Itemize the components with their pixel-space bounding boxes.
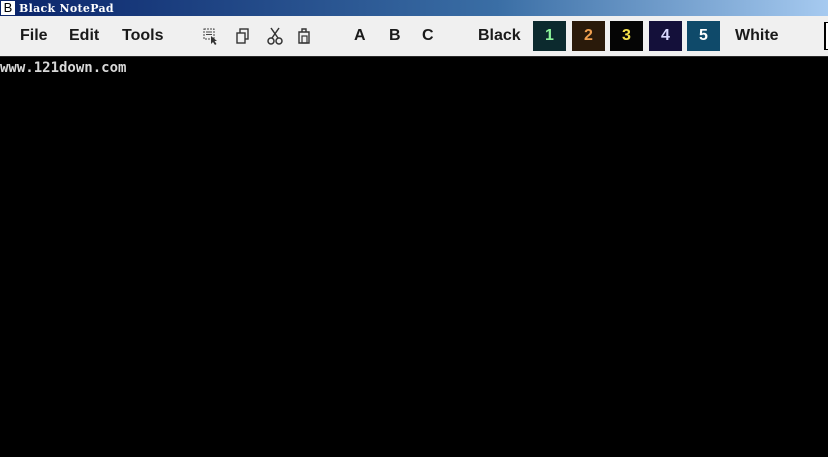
copy-icon[interactable] — [233, 26, 253, 46]
theme-black-button[interactable]: Black — [478, 27, 521, 45]
font-b-button[interactable]: B — [389, 27, 401, 45]
title-bar[interactable]: B Black NotePad — [0, 0, 828, 16]
theme-swatch-4[interactable]: 4 — [649, 21, 682, 51]
theme-swatch-1[interactable]: 1 — [533, 21, 566, 51]
editor-textarea[interactable]: www.121down.com — [0, 56, 828, 457]
window-title: Black NotePad — [19, 1, 114, 15]
cut-icon[interactable] — [265, 26, 285, 46]
menu-edit[interactable]: Edit — [69, 27, 99, 45]
theme-white-button[interactable]: White — [735, 27, 779, 45]
app-icon: B — [1, 1, 15, 15]
menu-tools[interactable]: Tools — [122, 27, 163, 45]
select-all-icon[interactable] — [201, 26, 221, 46]
toolbar: File Edit Tools A B C Black 1 2 3 4 5 Wh… — [0, 16, 828, 56]
toolbar-edge-control[interactable] — [824, 22, 828, 50]
font-a-button[interactable]: A — [354, 27, 366, 45]
font-c-button[interactable]: C — [422, 27, 434, 45]
theme-swatch-2[interactable]: 2 — [572, 21, 605, 51]
paste-icon[interactable] — [294, 26, 314, 46]
notepad-window: B Black NotePad File Edit Tools A B C Bl… — [0, 0, 828, 457]
theme-swatch-5[interactable]: 5 — [687, 21, 720, 51]
menu-file[interactable]: File — [20, 27, 48, 45]
theme-swatch-3[interactable]: 3 — [610, 21, 643, 51]
